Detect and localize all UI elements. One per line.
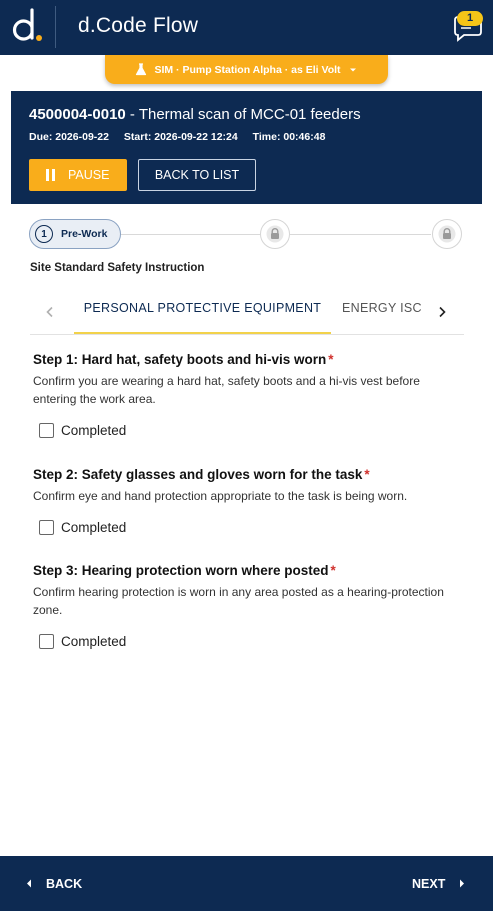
checkbox-label: Completed — [61, 520, 127, 535]
back-button[interactable]: BACK — [26, 856, 82, 911]
back-label: BACK — [46, 876, 83, 891]
work-order-separator: - — [125, 106, 139, 123]
step-title-text: Step 1: Hard hat, safety boots and hi-vi… — [33, 352, 327, 367]
caret-left-icon — [27, 879, 31, 888]
required-marker: * — [364, 467, 370, 482]
required-marker: * — [330, 563, 336, 578]
checkbox-box[interactable] — [39, 520, 54, 535]
work-order-number: 4500004-0010 — [29, 106, 126, 123]
chevron-left-icon — [46, 306, 53, 318]
tab-scroll-right-button[interactable] — [427, 292, 457, 332]
completed-checkbox[interactable]: Completed — [39, 520, 463, 535]
stepper-connector — [290, 234, 431, 235]
completed-checkbox[interactable]: Completed — [39, 634, 463, 649]
tabs-bar: PERSONAL PROTECTIVE EQUIPMENT ENERGY ISC — [30, 292, 464, 335]
checkbox-label: Completed — [61, 423, 127, 438]
checklist-step: Step 3: Hearing protection worn where po… — [33, 563, 463, 649]
pause-label: PAUSE — [68, 168, 110, 182]
chevron-right-icon — [439, 306, 446, 318]
notification-badge: 1 — [457, 11, 483, 26]
step-title-text: Step 3: Hearing protection worn where po… — [33, 563, 329, 578]
pause-icon — [46, 169, 55, 181]
stepper-step-locked — [260, 219, 290, 249]
step-title: Step 3: Hearing protection worn where po… — [33, 563, 463, 578]
stepper-step-pre-work[interactable]: 1 Pre-Work — [29, 219, 121, 249]
work-order-panel: 4500004-0010 - Thermal scan of MCC-01 fe… — [11, 91, 482, 204]
back-to-list-label: BACK TO LIST — [154, 168, 240, 182]
stepper-connector — [121, 234, 260, 235]
checklist-step: Step 2: Safety glasses and gloves worn f… — [33, 467, 463, 535]
app-logo — [12, 8, 42, 41]
app-header: d.Code Flow 1 — [0, 0, 493, 55]
work-order-meta: Due: 2026-09-22 Start: 2026-09-22 12:24 … — [29, 131, 337, 143]
stepper-step-locked — [432, 219, 462, 249]
back-to-list-button[interactable]: BACK TO LIST — [138, 159, 256, 191]
required-marker: * — [328, 352, 334, 367]
header-divider — [55, 6, 56, 48]
lock-icon — [266, 225, 284, 243]
step-description: Confirm hearing protection is worn in an… — [33, 585, 444, 617]
step-number: 1 — [35, 225, 53, 243]
simulation-label: SIM · Pump Station Alpha · as Eli Volt — [154, 63, 341, 76]
tab-energy-isolation[interactable]: ENERGY ISC — [342, 292, 422, 332]
elapsed-time: Time: 00:46:48 — [252, 131, 326, 143]
checkbox-label: Completed — [61, 634, 127, 649]
tab-scroll-left-button[interactable] — [35, 292, 65, 332]
lock-icon — [438, 225, 456, 243]
step-title-text: Step 2: Safety glasses and gloves worn f… — [33, 467, 363, 482]
caret-down-icon — [349, 68, 356, 71]
tab-personal-protective-equipment[interactable]: PERSONAL PROTECTIVE EQUIPMENT — [74, 292, 331, 334]
step-title: Step 2: Safety glasses and gloves worn f… — [33, 467, 463, 482]
app-title: d.Code Flow — [78, 14, 199, 37]
completed-checkbox[interactable]: Completed — [39, 423, 463, 438]
checklist-step: Step 1: Hard hat, safety boots and hi-vi… — [33, 352, 463, 438]
caret-right-icon — [460, 879, 465, 888]
pause-button[interactable]: PAUSE — [29, 159, 127, 191]
step-label: Pre-Work — [61, 228, 108, 240]
next-label: NEXT — [412, 876, 446, 891]
flask-icon — [136, 63, 147, 76]
start-time: Start: 2026-09-22 12:24 — [123, 131, 238, 143]
step-description: Confirm eye and hand protection appropri… — [33, 489, 408, 503]
step-title: Step 1: Hard hat, safety boots and hi-vi… — [33, 352, 463, 367]
bottom-navigation: BACK NEXT — [0, 856, 493, 911]
section-title: Site Standard Safety Instruction — [30, 262, 205, 274]
work-order-title: 4500004-0010 - Thermal scan of MCC-01 fe… — [29, 106, 361, 123]
work-order-description: Thermal scan of MCC-01 feeders — [138, 106, 361, 123]
checkbox-box[interactable] — [39, 634, 54, 649]
due-date: Due: 2026-09-22 — [29, 131, 109, 143]
step-description: Confirm you are wearing a hard hat, safe… — [33, 374, 420, 406]
simulation-selector[interactable]: SIM · Pump Station Alpha · as Eli Volt — [105, 55, 388, 84]
next-button[interactable]: NEXT — [412, 856, 465, 911]
checkbox-box[interactable] — [39, 423, 54, 438]
